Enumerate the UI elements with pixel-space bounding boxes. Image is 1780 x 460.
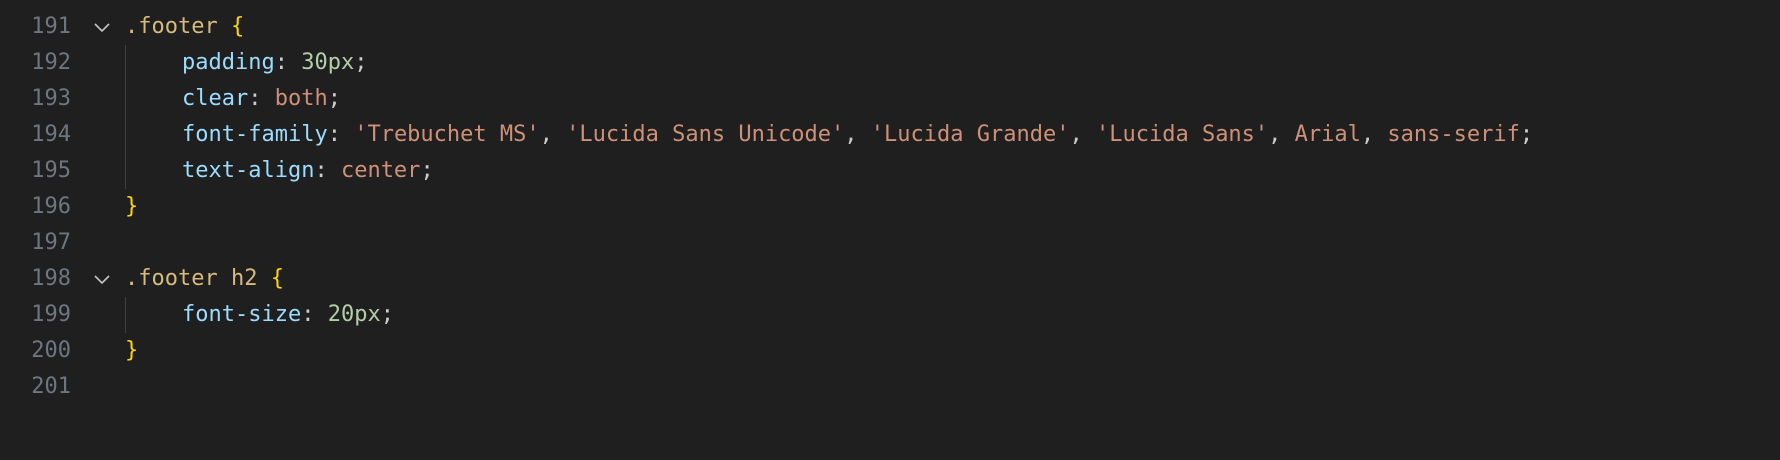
code-line[interactable]: 199 font-size: 20px; <box>0 297 1780 333</box>
semicolon: ; <box>327 86 341 111</box>
css-property: font-family <box>182 122 328 147</box>
css-number-value: 20px <box>327 302 381 327</box>
line-number: 199 <box>31 302 71 327</box>
open-brace: { <box>230 14 245 39</box>
code-text: text-align: center; <box>182 153 434 189</box>
css-string: 'Lucida Grande' <box>870 122 1070 147</box>
code-line[interactable]: 195 text-align: center; <box>0 153 1780 189</box>
code-lines: 190 191 .footer { 192 padding: 30px; 193… <box>0 0 1780 405</box>
code-text: .footer { <box>125 9 244 45</box>
comma: , <box>1069 122 1096 147</box>
close-brace: } <box>125 194 139 219</box>
line-number: 197 <box>31 230 71 255</box>
semicolon: ; <box>354 50 368 75</box>
open-brace: { <box>270 266 284 291</box>
code-line[interactable]: 190 <box>0 0 1780 9</box>
code-text: } <box>125 189 138 225</box>
colon: : <box>274 50 302 75</box>
css-value: both <box>274 86 328 111</box>
code-text: font-size: 20px; <box>182 297 394 333</box>
code-editor[interactable]: 190 191 .footer { 192 padding: 30px; 193… <box>0 0 1780 460</box>
semicolon: ; <box>420 158 434 183</box>
css-property: text-align <box>182 158 315 183</box>
colon: : <box>301 302 328 327</box>
css-value: center <box>340 158 421 183</box>
code-line[interactable]: 200 } <box>0 333 1780 369</box>
code-text: font-family: 'Trebuchet MS', 'Lucida San… <box>182 117 1533 153</box>
line-number: 195 <box>31 158 71 183</box>
css-string: 'Lucida Sans' <box>1095 122 1269 147</box>
indent-guide <box>125 153 126 189</box>
line-number: 193 <box>31 86 71 111</box>
colon: : <box>314 158 341 183</box>
indent-guide <box>125 297 126 333</box>
css-property: font-size <box>182 302 302 327</box>
code-text: .footer h2 { <box>125 261 284 297</box>
chevron-down-icon[interactable] <box>90 9 114 45</box>
code-line[interactable]: 192 padding: 30px; <box>0 45 1780 81</box>
css-selector: .footer <box>125 266 218 291</box>
css-property: padding <box>182 50 275 75</box>
chevron-down-icon[interactable] <box>90 261 114 297</box>
indent-guide <box>125 45 126 81</box>
semicolon: ; <box>1519 122 1534 147</box>
code-text: padding: 30px; <box>182 45 367 81</box>
code-line[interactable]: 201 <box>0 369 1780 405</box>
close-brace: } <box>125 338 139 363</box>
css-string: 'Lucida Sans Unicode' <box>566 122 845 147</box>
line-number: 194 <box>31 122 71 147</box>
semicolon: ; <box>380 302 394 327</box>
colon: : <box>248 86 275 111</box>
comma: , <box>1360 122 1388 147</box>
code-line[interactable]: 193 clear: both; <box>0 81 1780 117</box>
css-selector: h2 <box>217 266 271 291</box>
line-number: 191 <box>31 14 71 39</box>
comma: , <box>539 122 567 147</box>
line-number: 200 <box>31 338 71 363</box>
css-value: sans-serif <box>1387 122 1520 147</box>
code-line[interactable]: 194 font-family: 'Trebuchet MS', 'Lucida… <box>0 117 1780 153</box>
code-line[interactable]: 198 .footer h2 { <box>0 261 1780 297</box>
indent-guide <box>125 81 126 117</box>
code-line[interactable]: 191 .footer { <box>0 9 1780 45</box>
code-text: clear: both; <box>182 81 341 117</box>
css-selector: .footer <box>125 14 218 39</box>
indent-guide <box>125 117 126 153</box>
line-number: 190 <box>0 0 71 9</box>
code-text: } <box>125 333 138 369</box>
colon: : <box>327 122 355 147</box>
line-number: 201 <box>31 374 71 399</box>
css-property: clear <box>182 86 249 111</box>
css-value: Arial <box>1294 122 1361 147</box>
code-line[interactable]: 196 } <box>0 189 1780 225</box>
line-number: 196 <box>31 194 71 219</box>
line-number: 198 <box>31 266 71 291</box>
comma: , <box>844 122 871 147</box>
comma: , <box>1268 122 1295 147</box>
css-string: 'Trebuchet MS' <box>354 122 540 147</box>
line-number: 192 <box>31 50 71 75</box>
code-line[interactable]: 197 <box>0 225 1780 261</box>
css-number-value: 30px <box>301 50 355 75</box>
